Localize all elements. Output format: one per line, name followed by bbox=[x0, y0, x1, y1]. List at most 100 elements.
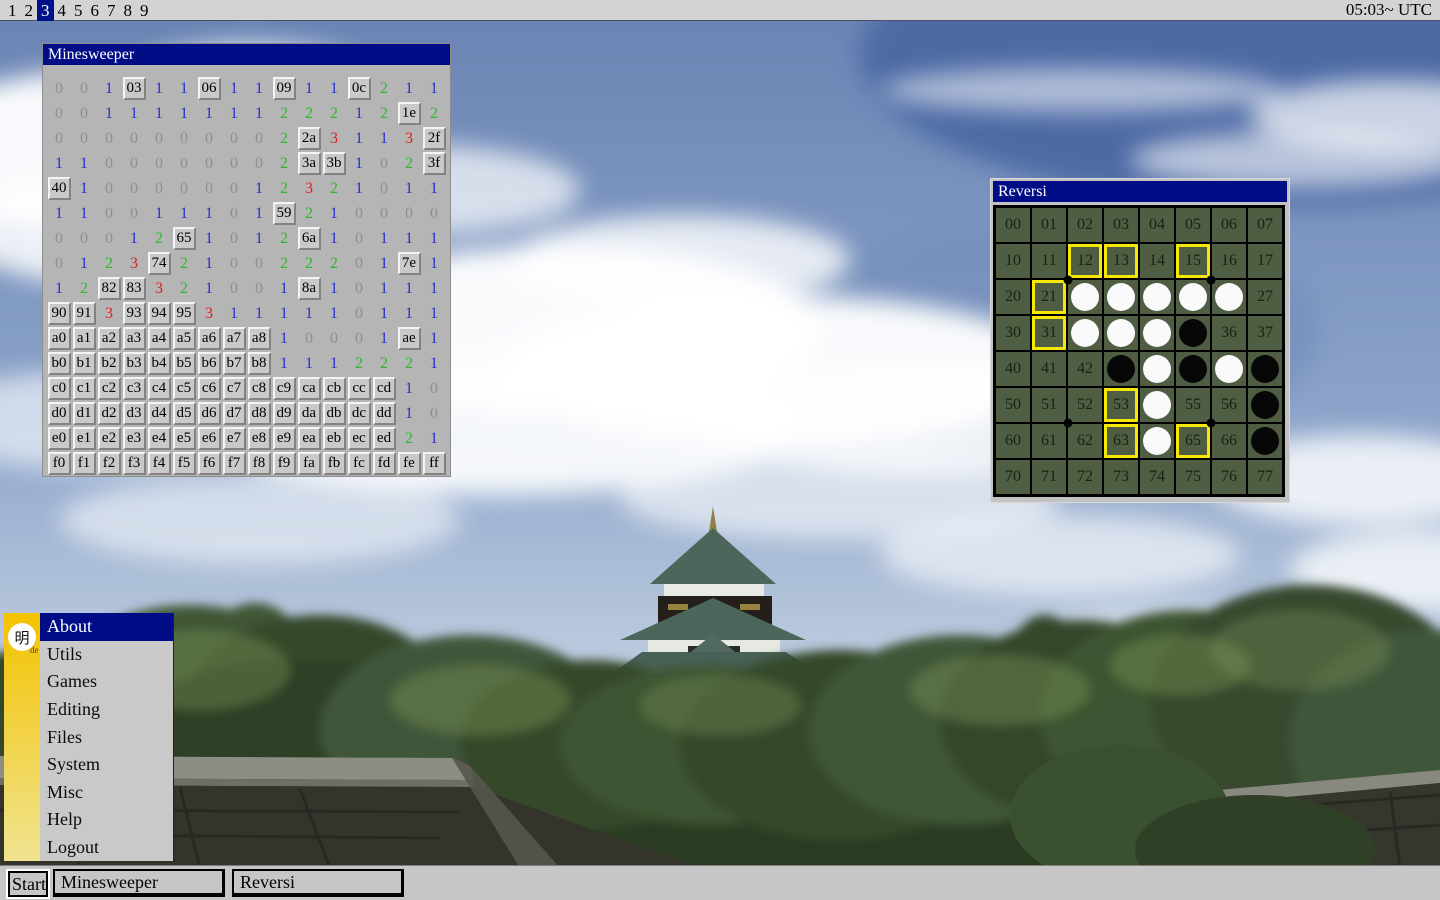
reversi-cell-62[interactable]: 62 bbox=[1068, 424, 1102, 458]
ms-cell-dd[interactable]: dd bbox=[373, 402, 396, 425]
reversi-cell-17[interactable]: 17 bbox=[1248, 244, 1282, 278]
ms-cell-65[interactable]: 65 bbox=[173, 227, 196, 250]
reversi-cell-32[interactable] bbox=[1068, 316, 1102, 350]
ms-cell-c5[interactable]: c5 bbox=[173, 377, 196, 400]
ms-cell-b5[interactable]: b5 bbox=[173, 352, 196, 375]
start-button[interactable]: Start bbox=[8, 871, 48, 897]
ms-cell-d2[interactable]: d2 bbox=[98, 402, 121, 425]
ms-cell-0c[interactable]: 0c bbox=[348, 77, 371, 100]
ms-cell-d6[interactable]: d6 bbox=[198, 402, 221, 425]
ms-cell-c8[interactable]: c8 bbox=[248, 377, 271, 400]
ms-cell-f7[interactable]: f7 bbox=[223, 452, 246, 475]
ms-cell-3b[interactable]: 3b bbox=[323, 152, 346, 175]
ms-cell-74[interactable]: 74 bbox=[148, 252, 171, 275]
ms-cell-e6[interactable]: e6 bbox=[198, 427, 221, 450]
ms-cell-f1[interactable]: f1 bbox=[73, 452, 96, 475]
reversi-cell-20[interactable]: 20 bbox=[996, 280, 1030, 314]
ms-cell-8a[interactable]: 8a bbox=[298, 277, 321, 300]
ms-cell-c3[interactable]: c3 bbox=[123, 377, 146, 400]
reversi-cell-61[interactable]: 61 bbox=[1032, 424, 1066, 458]
reversi-cell-03[interactable]: 03 bbox=[1104, 208, 1138, 242]
ms-cell-e8[interactable]: e8 bbox=[248, 427, 271, 450]
menu-item-about[interactable]: About bbox=[40, 613, 173, 641]
reversi-cell-07[interactable]: 07 bbox=[1248, 208, 1282, 242]
ms-cell-f3[interactable]: f3 bbox=[123, 452, 146, 475]
ms-cell-f2[interactable]: f2 bbox=[98, 452, 121, 475]
ms-cell-e9[interactable]: e9 bbox=[273, 427, 296, 450]
menu-item-misc[interactable]: Misc bbox=[40, 778, 173, 806]
reversi-cell-06[interactable]: 06 bbox=[1212, 208, 1246, 242]
ms-cell-f0[interactable]: f0 bbox=[48, 452, 71, 475]
ms-cell-f5[interactable]: f5 bbox=[173, 452, 196, 475]
reversi-cell-35[interactable] bbox=[1176, 316, 1210, 350]
reversi-cell-27[interactable]: 27 bbox=[1248, 280, 1282, 314]
ms-cell-3f[interactable]: 3f bbox=[423, 152, 446, 175]
reversi-cell-50[interactable]: 50 bbox=[996, 388, 1030, 422]
ms-cell-7e[interactable]: 7e bbox=[398, 252, 421, 275]
ms-cell-e4[interactable]: e4 bbox=[148, 427, 171, 450]
ms-cell-d0[interactable]: d0 bbox=[48, 402, 71, 425]
workspace-6[interactable]: 6 bbox=[87, 0, 104, 21]
ms-cell-e0[interactable]: e0 bbox=[48, 427, 71, 450]
ms-cell-b8[interactable]: b8 bbox=[248, 352, 271, 375]
reversi-cell-22[interactable] bbox=[1068, 280, 1102, 314]
reversi-cell-14[interactable]: 14 bbox=[1140, 244, 1174, 278]
reversi-cell-53-highlighted[interactable]: 53 bbox=[1104, 388, 1138, 422]
ms-cell-cc[interactable]: cc bbox=[348, 377, 371, 400]
menu-item-help[interactable]: Help bbox=[40, 806, 173, 834]
ms-cell-d8[interactable]: d8 bbox=[248, 402, 271, 425]
reversi-cell-44[interactable] bbox=[1140, 352, 1174, 386]
ms-cell-e1[interactable]: e1 bbox=[73, 427, 96, 450]
ms-cell-09[interactable]: 09 bbox=[273, 77, 296, 100]
ms-cell-f8[interactable]: f8 bbox=[248, 452, 271, 475]
reversi-cell-15-highlighted[interactable]: 15 bbox=[1176, 244, 1210, 278]
ms-cell-91[interactable]: 91 bbox=[73, 302, 96, 325]
reversi-cell-66[interactable]: 66 bbox=[1212, 424, 1246, 458]
ms-cell-59[interactable]: 59 bbox=[273, 202, 296, 225]
ms-cell-a6[interactable]: a6 bbox=[198, 327, 221, 350]
workspace-2[interactable]: 2 bbox=[21, 0, 38, 21]
reversi-cell-30[interactable]: 30 bbox=[996, 316, 1030, 350]
ms-cell-cd[interactable]: cd bbox=[373, 377, 396, 400]
reversi-cell-00[interactable]: 00 bbox=[996, 208, 1030, 242]
ms-cell-d3[interactable]: d3 bbox=[123, 402, 146, 425]
ms-cell-eb[interactable]: eb bbox=[323, 427, 346, 450]
ms-cell-82[interactable]: 82 bbox=[98, 277, 121, 300]
reversi-cell-76[interactable]: 76 bbox=[1212, 460, 1246, 494]
workspace-9[interactable]: 9 bbox=[136, 0, 153, 21]
ms-cell-f6[interactable]: f6 bbox=[198, 452, 221, 475]
reversi-cell-60[interactable]: 60 bbox=[996, 424, 1030, 458]
ms-cell-fc[interactable]: fc bbox=[348, 452, 371, 475]
ms-cell-2f[interactable]: 2f bbox=[423, 127, 446, 150]
reversi-cell-45[interactable] bbox=[1176, 352, 1210, 386]
ms-cell-d5[interactable]: d5 bbox=[173, 402, 196, 425]
ms-cell-c7[interactable]: c7 bbox=[223, 377, 246, 400]
ms-cell-a4[interactable]: a4 bbox=[148, 327, 171, 350]
reversi-cell-23[interactable] bbox=[1104, 280, 1138, 314]
reversi-cell-56[interactable]: 56 bbox=[1212, 388, 1246, 422]
ms-cell-b6[interactable]: b6 bbox=[198, 352, 221, 375]
ms-cell-da[interactable]: da bbox=[298, 402, 321, 425]
ms-cell-03[interactable]: 03 bbox=[123, 77, 146, 100]
ms-cell-83[interactable]: 83 bbox=[123, 277, 146, 300]
workspace-4[interactable]: 4 bbox=[54, 0, 71, 21]
ms-cell-ff[interactable]: ff bbox=[423, 452, 446, 475]
ms-cell-a7[interactable]: a7 bbox=[223, 327, 246, 350]
ms-cell-a1[interactable]: a1 bbox=[73, 327, 96, 350]
ms-cell-c0[interactable]: c0 bbox=[48, 377, 71, 400]
reversi-cell-55[interactable]: 55 bbox=[1176, 388, 1210, 422]
reversi-cell-34[interactable] bbox=[1140, 316, 1174, 350]
ms-cell-b7[interactable]: b7 bbox=[223, 352, 246, 375]
reversi-cell-12-highlighted[interactable]: 12 bbox=[1068, 244, 1102, 278]
workspace-3[interactable]: 3 bbox=[37, 0, 54, 21]
reversi-cell-21-highlighted[interactable]: 21 bbox=[1032, 280, 1066, 314]
ms-cell-06[interactable]: 06 bbox=[198, 77, 221, 100]
ms-cell-a0[interactable]: a0 bbox=[48, 327, 71, 350]
menu-item-logout[interactable]: Logout bbox=[40, 834, 173, 862]
reversi-cell-36[interactable]: 36 bbox=[1212, 316, 1246, 350]
reversi-cell-77[interactable]: 77 bbox=[1248, 460, 1282, 494]
ms-cell-94[interactable]: 94 bbox=[148, 302, 171, 325]
ms-cell-b1[interactable]: b1 bbox=[73, 352, 96, 375]
ms-cell-c9[interactable]: c9 bbox=[273, 377, 296, 400]
ms-cell-d9[interactable]: d9 bbox=[273, 402, 296, 425]
